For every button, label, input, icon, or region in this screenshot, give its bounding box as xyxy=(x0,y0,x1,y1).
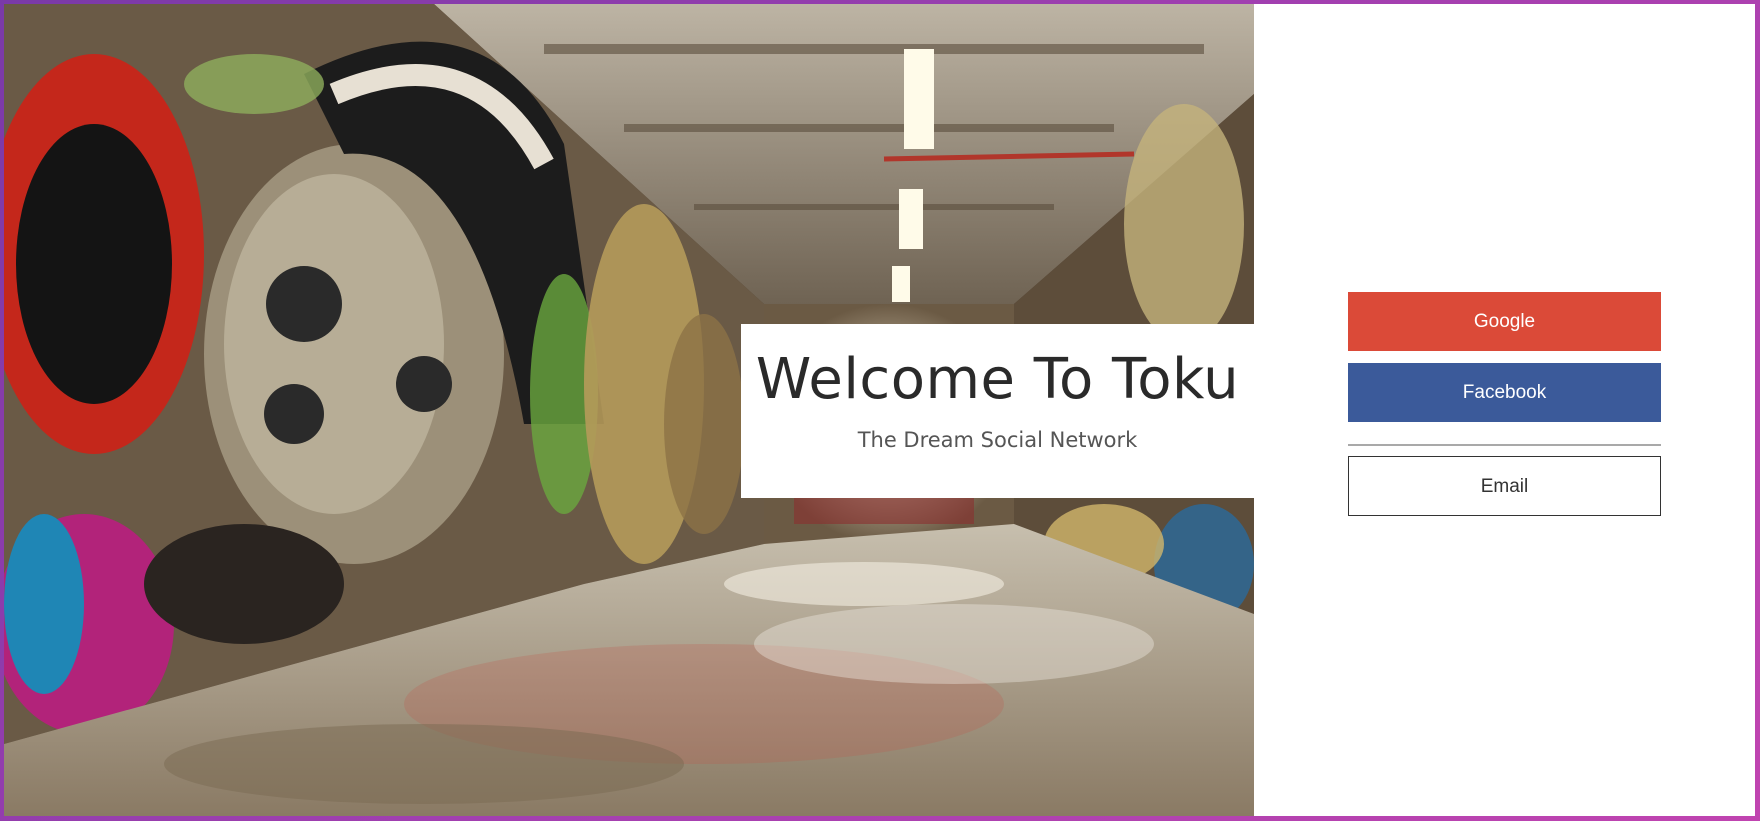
page-title: Welcome To Toku xyxy=(755,347,1240,412)
google-login-button[interactable]: Google xyxy=(1348,292,1661,351)
page-subtitle: The Dream Social Network xyxy=(857,428,1138,452)
facebook-login-button[interactable]: Facebook xyxy=(1348,363,1661,422)
email-login-button[interactable]: Email xyxy=(1348,456,1661,516)
welcome-card: Welcome To Toku The Dream Social Network xyxy=(741,324,1254,498)
page-frame: Welcome To Toku The Dream Social Network… xyxy=(4,4,1755,816)
auth-panel: Google Facebook Email xyxy=(1348,292,1661,516)
divider xyxy=(1348,444,1661,446)
